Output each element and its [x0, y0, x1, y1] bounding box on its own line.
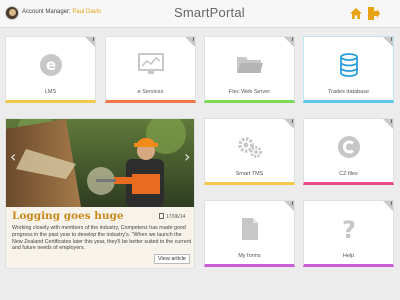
brand-title: SmartPortal — [174, 5, 245, 20]
document-icon — [241, 218, 258, 240]
info-icon[interactable]: i — [93, 37, 94, 43]
top-bar: Account Manager: Paul Davis SmartPortal — [0, 0, 400, 28]
tile-label: LMS — [44, 89, 57, 95]
account-manager-label: Account Manager: — [22, 9, 71, 15]
tile-lms[interactable]: i e LMS — [5, 36, 96, 103]
tile-label: Trades database — [327, 89, 370, 95]
news-date: 17/06/14 — [166, 214, 186, 220]
tile-cz-files[interactable]: i CZ files — [303, 118, 394, 185]
view-article-button[interactable]: View article — [153, 254, 190, 264]
database-icon — [339, 53, 358, 77]
home-icon[interactable] — [350, 8, 362, 19]
info-icon[interactable]: i — [292, 37, 293, 43]
tile-trades-database[interactable]: i Trades database — [303, 36, 394, 103]
gears-icon — [237, 137, 262, 158]
news-card: ‹ › Logging goes huge 17/06/14 Working c… — [5, 118, 195, 269]
news-body: Working closely with members of the indu… — [12, 225, 192, 252]
info-icon[interactable]: i — [391, 201, 392, 207]
info-icon[interactable]: i — [292, 119, 293, 125]
calendar-icon — [159, 213, 164, 219]
news-photo — [6, 119, 194, 207]
carousel-next-arrow[interactable]: › — [184, 147, 192, 167]
tile-help[interactable]: i ? Help — [303, 200, 394, 267]
news-title[interactable]: Logging goes huge — [12, 210, 124, 222]
account-manager-name[interactable]: Paul Davis — [72, 9, 101, 15]
account-manager: Account Manager: Paul Davis — [22, 9, 101, 15]
svg-text:e: e — [45, 56, 55, 74]
lms-e-icon: e — [39, 54, 62, 76]
tile-ftec-web-server[interactable]: i Ftec Web Server — [204, 36, 295, 103]
info-icon[interactable]: i — [292, 201, 293, 207]
info-icon[interactable]: i — [391, 119, 392, 125]
info-icon[interactable]: i — [391, 37, 392, 43]
monitor-chart-icon — [137, 53, 164, 74]
tile-label: Help — [342, 253, 355, 259]
tile-label: My forms — [238, 253, 261, 259]
avatar[interactable] — [5, 6, 19, 20]
tile-e-services[interactable]: i e Services — [105, 36, 196, 103]
tile-label: Ftec Web Server — [228, 89, 271, 95]
logout-icon[interactable] — [368, 7, 380, 20]
folder-icon — [236, 57, 263, 73]
info-icon[interactable]: i — [193, 37, 194, 43]
tile-smart-tms[interactable]: i Smart TMS — [204, 118, 295, 185]
carousel-prev-arrow[interactable]: ‹ — [10, 147, 18, 167]
tile-my-forms[interactable]: i My forms — [204, 200, 295, 267]
svg-text:?: ? — [342, 217, 356, 241]
tile-label: Smart TMS — [235, 171, 264, 177]
tile-label: e Services — [137, 89, 164, 95]
copyright-icon — [337, 136, 360, 158]
tile-label: CZ files — [339, 171, 358, 177]
question-icon: ? — [342, 217, 356, 241]
